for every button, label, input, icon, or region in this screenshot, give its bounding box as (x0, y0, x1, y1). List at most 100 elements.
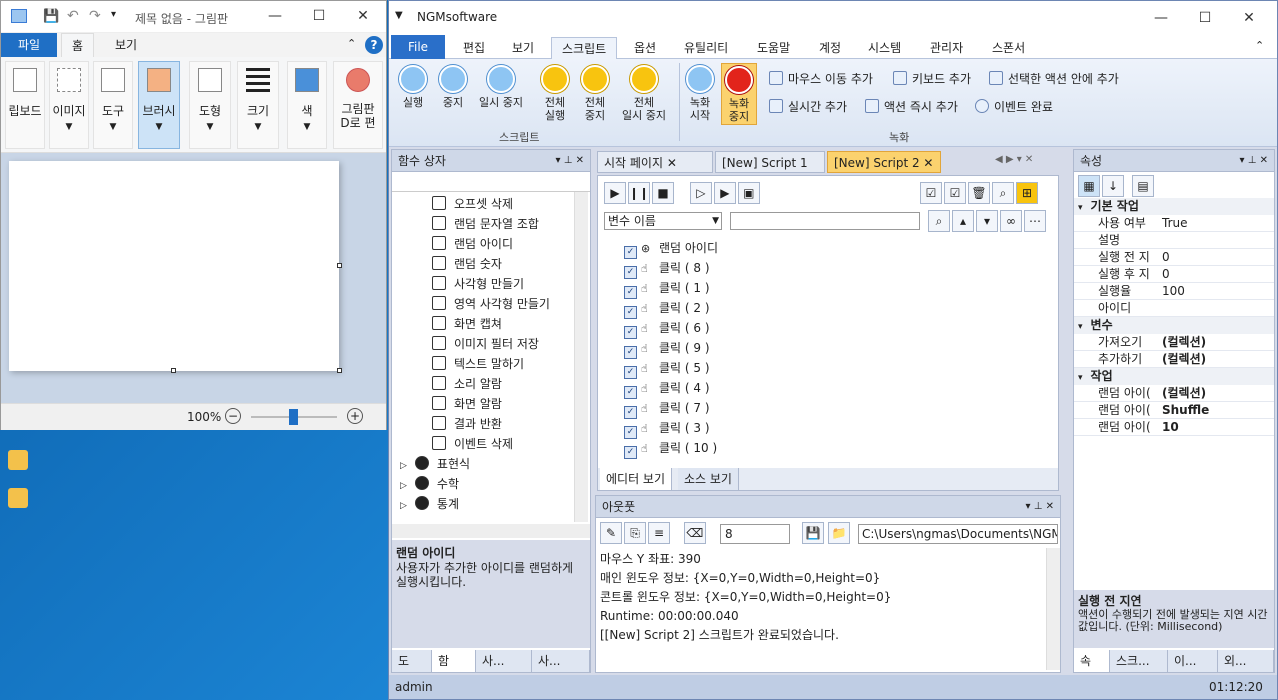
function-item[interactable]: 오프셋 삭제 (432, 194, 572, 214)
tab-tool[interactable]: 도 (392, 650, 432, 672)
function-group[interactable]: ▷ 통계 (400, 494, 570, 514)
tab-user-func[interactable]: 사... (532, 650, 590, 672)
drawing-canvas[interactable] (9, 161, 339, 371)
script-action-row[interactable]: ✓ ⊛ 랜덤 아이디 (624, 238, 1044, 259)
tab-image[interactable]: 이... (1168, 650, 1218, 672)
expand-icon[interactable]: ▷ (400, 501, 407, 511)
tab-edit[interactable]: 편집 (453, 37, 495, 59)
doc-tab-script1[interactable]: [New] Script 1 ✕ (715, 151, 825, 192)
resize-handle[interactable] (171, 368, 176, 373)
collapse-icon[interactable]: ▾ (1078, 322, 1083, 332)
folder-icon[interactable]: 📁 (828, 522, 850, 544)
tree-view-icon[interactable]: ⊞ (1016, 182, 1038, 204)
step-icon[interactable]: ▷ (689, 182, 712, 204)
function-item[interactable]: 사각형 만들기 (432, 274, 572, 294)
script-action-row[interactable]: ✓ ☝ 클릭 ( 6 ) (624, 318, 1044, 339)
function-item[interactable]: 이벤트 삭제 (432, 434, 572, 454)
minimize-button[interactable]: — (253, 1, 297, 31)
add-mouse-move-button[interactable]: 마우스 이동 추가 (769, 69, 873, 89)
line-count-stepper[interactable]: 8 (720, 524, 790, 544)
tab-user[interactable]: 사... (476, 650, 532, 672)
script-search-input[interactable] (730, 212, 920, 230)
tab-utility[interactable]: 유틸리티 (674, 37, 738, 59)
property-row[interactable]: 설명 (1074, 232, 1274, 249)
size-group[interactable]: 크기 ▼ (237, 61, 279, 149)
panel-controls-icon[interactable]: ▾ ⊥ ✕ (1026, 496, 1054, 518)
panel-controls-icon[interactable]: ▾ ⊥ ✕ (556, 150, 584, 172)
brush-group[interactable]: 브러시 ▼ (138, 61, 180, 149)
function-item[interactable]: 랜덤 숫자 (432, 254, 572, 274)
script-action-row[interactable]: ✓ ☝ 클릭 ( 4 ) (624, 378, 1044, 399)
function-item[interactable]: 화면 알람 (432, 394, 572, 414)
step-over-icon[interactable]: ▣ (737, 182, 760, 204)
function-item[interactable]: 이미지 필터 저장 (432, 334, 572, 354)
doc-tab-script2[interactable]: [New] Script 2 ✕ (827, 151, 941, 173)
event-complete-button[interactable]: 이벤트 완료 (975, 97, 1053, 117)
tab-help[interactable]: 도움말 (747, 37, 800, 59)
property-row[interactable]: 아이디 (1074, 300, 1274, 317)
stop-button[interactable]: 중지 (433, 63, 473, 109)
tab-editor-view[interactable]: 에디터 보기 (600, 468, 673, 490)
function-group[interactable]: ▷ 표현식 (400, 454, 570, 474)
script-action-row[interactable]: ✓ ☝ 클릭 ( 2 ) (624, 298, 1044, 319)
close-button[interactable]: ✕ (341, 1, 385, 31)
property-row[interactable]: 사용 여부 True (1074, 215, 1274, 232)
expand-icon[interactable]: ▷ (400, 481, 407, 491)
function-search-input[interactable] (392, 172, 590, 192)
script-action-row[interactable]: ✓ ☝ 클릭 ( 5 ) (624, 358, 1044, 379)
function-item[interactable]: 결과 반환 (432, 414, 572, 434)
save-icon[interactable]: 💾 (802, 522, 824, 544)
script-action-row[interactable]: ✓ ☝ 클릭 ( 8 ) (624, 258, 1044, 279)
add-keyboard-button[interactable]: 키보드 추가 (893, 69, 971, 89)
loop-icon[interactable]: ∞ (1000, 210, 1022, 232)
stop-all-button[interactable]: 전체 중지 (575, 63, 615, 122)
enable-checkbox[interactable]: ✓ (624, 446, 637, 459)
save-icon[interactable]: 💾 (43, 9, 59, 24)
property-row[interactable]: 랜덤 아이((컬렉션) (1074, 385, 1274, 402)
redo-icon[interactable]: ↷ (89, 8, 101, 24)
collapse-icon[interactable]: ▾ (1078, 203, 1083, 213)
collapse-ribbon-icon[interactable]: ⌃ (1255, 39, 1264, 52)
property-row[interactable]: 추가하기 (컬렉션) (1074, 351, 1274, 368)
expand-icon[interactable]: ▷ (400, 461, 407, 471)
property-row[interactable]: 랜덤 아이(10 (1074, 419, 1274, 436)
tab-account[interactable]: 계정 (809, 37, 851, 59)
property-category[interactable]: ▾ 작업 (1074, 368, 1274, 385)
minimize-button[interactable]: — (1139, 3, 1183, 33)
image-group[interactable]: 이미지 ▼ (49, 61, 89, 149)
property-pages-icon[interactable]: ▤ (1132, 175, 1154, 197)
tab-source-view[interactable]: 소스 보기 (678, 468, 739, 490)
tab-view[interactable]: 보기 (105, 33, 147, 57)
sort-az-icon[interactable]: ↓ (1102, 175, 1124, 197)
up-icon[interactable]: ▴ (952, 210, 974, 232)
tools-group[interactable]: 도구 ▼ (93, 61, 133, 149)
function-item[interactable]: 랜덤 문자열 조합 (432, 214, 572, 234)
panel-controls-icon[interactable]: ▾ ⊥ ✕ (1240, 150, 1268, 172)
add-realtime-button[interactable]: 실시간 추가 (769, 97, 847, 117)
script-action-row[interactable]: ✓ ☝ 클릭 ( 1 ) (624, 278, 1044, 299)
color-group[interactable]: 색 ▼ (287, 61, 327, 149)
help-icon[interactable]: ? (365, 36, 383, 54)
property-category[interactable]: ▾ 기본 작업 (1074, 198, 1274, 215)
search-icon[interactable]: ⌕ (992, 182, 1014, 204)
variable-select[interactable]: 변수 이름 ▼ (604, 212, 722, 230)
output-path-input[interactable]: C:\Users\ngmas\Documents\NGM6\ (858, 524, 1058, 544)
add-action-now-button[interactable]: 액션 즉시 추가 (865, 97, 958, 117)
step-into-icon[interactable]: ▶ (713, 182, 736, 204)
run-all-button[interactable]: 전체 실행 (535, 63, 575, 122)
search-icon[interactable]: ⌕ (928, 210, 950, 232)
clear-icon[interactable]: ✎ (600, 522, 622, 544)
eraser-icon[interactable]: ⌫ (683, 522, 706, 544)
paint3d-group[interactable]: 그림판 D로 편 (333, 61, 383, 149)
quick-access-dropdown-icon[interactable]: ▾ (111, 9, 116, 20)
zoom-slider-thumb[interactable] (289, 409, 298, 425)
tab-file[interactable]: File (391, 35, 445, 59)
check-all-icon[interactable]: ☑ (920, 182, 942, 204)
vertical-scrollbar[interactable] (1046, 548, 1060, 670)
horizontal-scrollbar[interactable] (392, 524, 590, 538)
categorized-icon[interactable]: ▦ (1078, 175, 1100, 197)
pause-button[interactable]: 일시 중지 (475, 63, 527, 109)
tab-function[interactable]: 함 (432, 650, 476, 672)
play-icon[interactable]: ▶ (604, 182, 626, 204)
property-row[interactable]: 실행율 100 (1074, 283, 1274, 300)
